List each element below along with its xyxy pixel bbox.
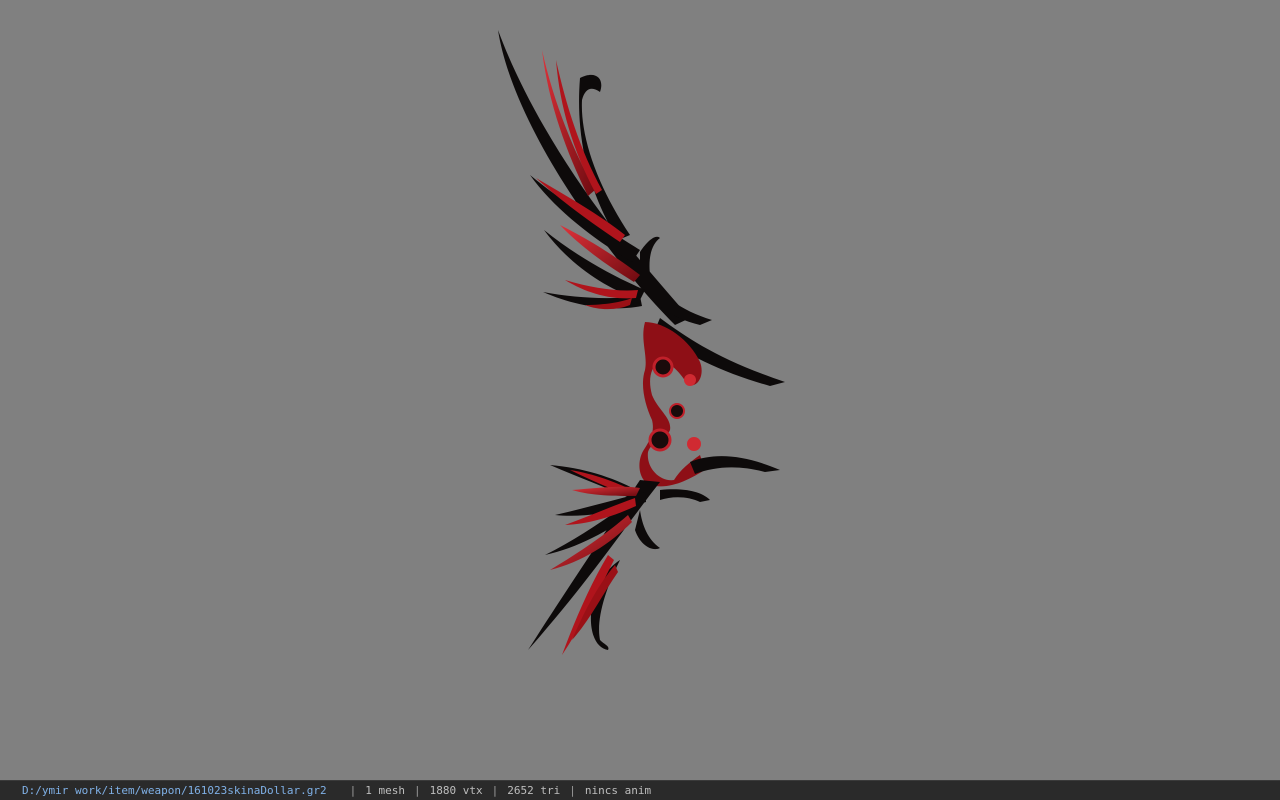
separator: | (349, 784, 357, 797)
winged-bow-model-icon[interactable] (0, 0, 1280, 780)
upper-wing (498, 30, 785, 386)
separator: | (569, 784, 576, 797)
triangle-count: 2652 tri (507, 784, 561, 797)
lower-wing (528, 456, 780, 650)
3d-viewport[interactable] (0, 0, 1280, 780)
vertex-count: 1880 vtx (429, 784, 483, 797)
mesh-count: 1 mesh (365, 784, 406, 797)
separator: | (414, 784, 421, 797)
separator: | (491, 784, 499, 797)
animation-status: nincs anim (584, 784, 652, 797)
status-bar: D:/ymir work/item/weapon/161023skinaDoll… (0, 780, 1280, 800)
file-path: D:/ymir work/item/weapon/161023skinaDoll… (22, 784, 327, 797)
